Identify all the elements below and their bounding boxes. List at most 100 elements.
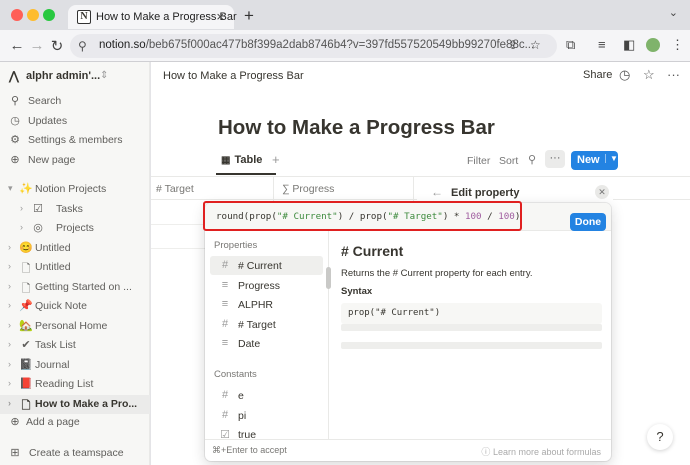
sidebar-page-item[interactable]: › 🗋 Getting Started on ... [0, 278, 150, 297]
browser-tab[interactable]: N How to Make a Progress Bar × [68, 5, 237, 29]
favorite-star-icon[interactable]: ☆ [643, 67, 655, 83]
filter-button[interactable]: Filter [467, 155, 490, 167]
sidebar-page-item[interactable]: › 📌 Quick Note [0, 297, 150, 316]
expand-chevron-icon[interactable]: › [8, 359, 11, 369]
search-icon[interactable]: ⚲ [528, 153, 536, 166]
expand-chevron-icon[interactable]: › [8, 320, 11, 330]
search-icon: ⚲ [10, 95, 20, 107]
expand-chevron-icon[interactable]: › [8, 398, 11, 408]
breadcrumb[interactable]: How to Make a Progress Bar [163, 70, 304, 82]
extensions-icon[interactable]: ⧉ [566, 37, 575, 53]
property-item[interactable]: ≡ ALPHR [210, 295, 323, 314]
switcher-chevron-icon: ⇕ [100, 70, 109, 81]
done-button[interactable]: Done [570, 213, 606, 231]
maximize-window-button[interactable] [43, 9, 55, 21]
property-item[interactable]: # # Current [210, 256, 323, 275]
expand-chevron-icon[interactable]: › [8, 300, 11, 310]
formula-highlight-box [203, 201, 522, 231]
url-text[interactable]: notion.so/beb675f000ac477b8f399a2dab8746… [99, 39, 539, 51]
sidebar-item-new-page[interactable]: ⊕ New page [0, 151, 150, 170]
column-header-target[interactable]: # Target [156, 183, 194, 195]
help-button[interactable]: ? [647, 424, 673, 450]
sidebar-page-item[interactable]: › ◎ Projects [0, 219, 150, 238]
browser-menu-icon[interactable]: ⋮ [671, 37, 684, 53]
expand-chevron-icon[interactable]: › [8, 261, 11, 271]
new-button[interactable]: New ▼ [571, 151, 618, 170]
sidebar-page-item[interactable]: › ✔ Task List [0, 336, 150, 355]
column-divider [413, 177, 414, 201]
learn-more-label: Learn more about formulas [492, 447, 601, 457]
site-info-icon[interactable]: ⚲ [78, 39, 87, 53]
chevron-down-icon[interactable]: ▼ [605, 154, 618, 163]
sidebar-page-item[interactable]: ▾ ✨ Notion Projects [0, 180, 150, 199]
table-icon: ▦ [221, 155, 231, 166]
forward-arrow-icon[interactable]: → [28, 37, 46, 54]
new-tab-button[interactable]: + [238, 6, 260, 26]
expand-chevron-icon[interactable]: › [8, 281, 11, 291]
share-button[interactable]: Share [583, 69, 612, 81]
sidebar-page-item[interactable]: › 🏡 Personal Home [0, 317, 150, 336]
expand-chevron-icon[interactable]: › [8, 339, 11, 349]
page-icon: ✔ [21, 339, 31, 351]
expand-chevron-icon[interactable]: › [20, 222, 23, 232]
sidebar-page-item[interactable]: › 🗋 Untitled [0, 258, 150, 277]
tab-menu-chevron-icon[interactable]: ⌄ [669, 6, 678, 19]
add-view-icon[interactable]: + [272, 152, 280, 167]
bookmark-star-icon[interactable]: ☆ [530, 38, 541, 52]
sidebar-item-label: Updates [28, 114, 68, 127]
back-arrow-icon[interactable]: ← [431, 185, 443, 199]
expand-chevron-icon[interactable]: ▾ [8, 183, 13, 194]
expand-chevron-icon[interactable]: › [20, 203, 23, 213]
placeholder-line [341, 342, 602, 349]
media-controls-icon[interactable]: ≡ [598, 37, 606, 52]
sidebar-item-updates[interactable]: ◷ Updates [0, 112, 150, 131]
more-button[interactable]: ··· [545, 150, 565, 168]
sidebar-page-item[interactable]: › 😊 Untitled [0, 239, 150, 258]
syntax-code-block: prop("# Current") [341, 303, 602, 324]
page-icon: ✨ [19, 183, 33, 195]
sidebar-page-item[interactable]: › 📓 Journal [0, 356, 150, 375]
sidebar-page-item[interactable]: › 🗋 How to Make a Pro... [0, 394, 150, 414]
property-item[interactable]: ≡ Date [210, 334, 323, 353]
property-item[interactable]: # # Target [210, 315, 323, 334]
constant-item[interactable]: # e [210, 386, 323, 405]
back-arrow-icon[interactable]: ← [8, 37, 26, 54]
expand-chevron-icon[interactable]: › [8, 378, 11, 388]
history-clock-icon[interactable]: ◷ [619, 67, 630, 83]
close-icon[interactable]: ✕ [595, 185, 609, 199]
property-label: # Target [238, 318, 276, 331]
minimize-window-button[interactable] [27, 9, 39, 21]
sidebar-item-search[interactable]: ⚲ Search [0, 92, 150, 111]
sidebar-page-item[interactable]: › 📕 Reading List [0, 375, 150, 394]
add-page-button[interactable]: ⊕ Add a page [0, 413, 150, 432]
page-title[interactable]: How to Make a Progress Bar [218, 116, 495, 140]
accept-hint: ⌘+Enter to accept [212, 445, 287, 455]
workspace-switcher[interactable]: ⋀ alphr admin'... ⇕ [0, 66, 150, 88]
reload-icon[interactable]: ↻ [48, 37, 66, 55]
share-page-icon[interactable]: ⇪ [508, 38, 518, 52]
sidebar-item-settings-members[interactable]: ⚙ Settings & members [0, 131, 150, 150]
learn-more-link[interactable]: ⓘ Learn more about formulas [481, 445, 601, 458]
page-icon: ☑ [33, 202, 43, 215]
sidebar-page-item[interactable]: › ☑ Tasks [0, 200, 150, 219]
workspace-name: alphr admin'... [26, 70, 101, 82]
new-button-label: New [577, 154, 600, 166]
close-window-button[interactable] [11, 9, 23, 21]
address-bar[interactable]: ⚲ notion.so/beb675f000ac477b8f399a2dab87… [70, 34, 557, 58]
tab-table-view[interactable]: ▦ Table [221, 154, 262, 166]
property-label: Progress [238, 279, 281, 292]
constant-item[interactable]: # pi [210, 406, 323, 425]
more-options-icon[interactable]: ··· [667, 67, 680, 82]
constant-label: pi [238, 409, 247, 422]
detail-description: Returns the # Current property for each … [341, 268, 533, 279]
property-item[interactable]: ≡ Progress [210, 276, 323, 295]
profile-avatar[interactable] [646, 38, 660, 52]
tab-close-icon[interactable]: × [216, 9, 224, 24]
sidebar-toggle-icon[interactable]: ◧ [623, 37, 635, 53]
sort-button[interactable]: Sort [499, 155, 518, 167]
formula-footer: ⌘+Enter to accept ⓘ Learn more about for… [205, 439, 611, 461]
sidebar-page-label: Tasks [56, 202, 83, 215]
column-header-progress[interactable]: ∑ Progress [282, 183, 334, 195]
expand-chevron-icon[interactable]: › [8, 242, 11, 252]
create-teamspace-button[interactable]: ⊞ Create a teamspace [0, 444, 150, 463]
